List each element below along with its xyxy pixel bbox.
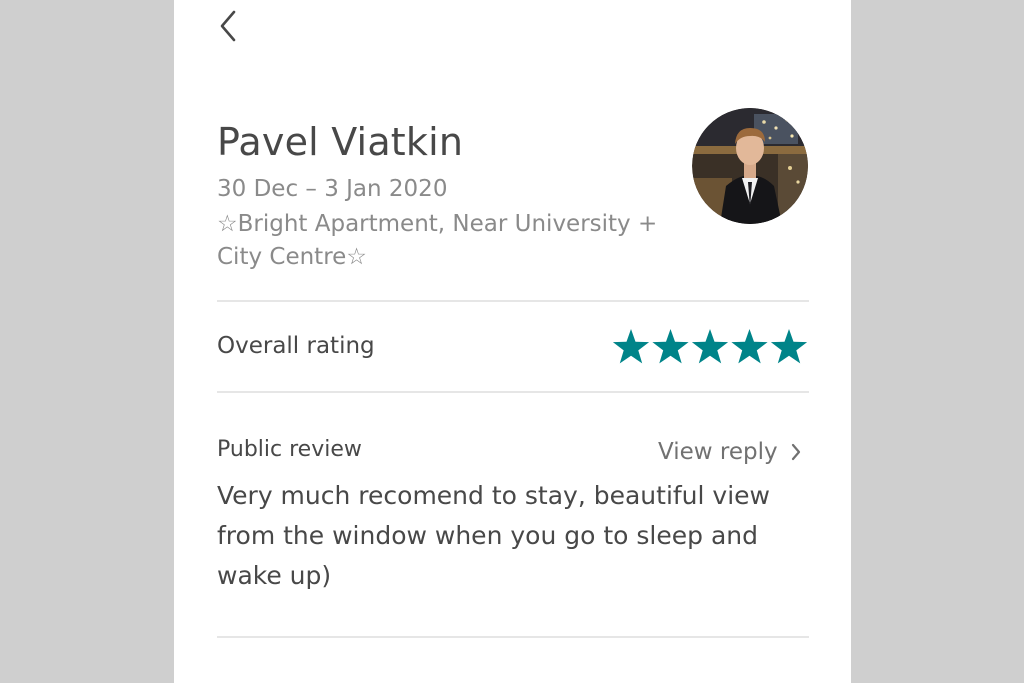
star-icon [612,329,650,364]
host-name: Pavel Viatkin [217,120,464,164]
section-divider [217,300,809,302]
overall-rating-label: Overall rating [217,333,375,359]
public-review-label: Public review [217,437,362,462]
back-button[interactable] [214,8,244,44]
star-icon [691,329,729,364]
chevron-left-icon [220,10,236,42]
screen: Pavel Viatkin 30 Dec – 3 Jan 2020 ☆Brigh… [0,0,1024,683]
avatar[interactable] [692,108,808,224]
section-divider [217,636,809,638]
star-icon [770,329,808,364]
user-photo [692,108,808,224]
chevron-right-icon [791,443,800,461]
view-reply-label: View reply [658,439,778,465]
listing-name: ☆Bright Apartment, Near University + Cit… [217,211,658,270]
star-icon [652,329,689,364]
view-reply-link[interactable]: View reply [658,436,802,468]
star-rating [611,326,811,370]
star-icon [731,329,768,364]
stay-dates: 30 Dec – 3 Jan 2020 [217,176,448,202]
review-text: Very much recomend to stay, beautiful vi… [217,481,770,590]
review-detail-panel: Pavel Viatkin 30 Dec – 3 Jan 2020 ☆Brigh… [174,0,851,683]
section-divider [217,391,809,393]
